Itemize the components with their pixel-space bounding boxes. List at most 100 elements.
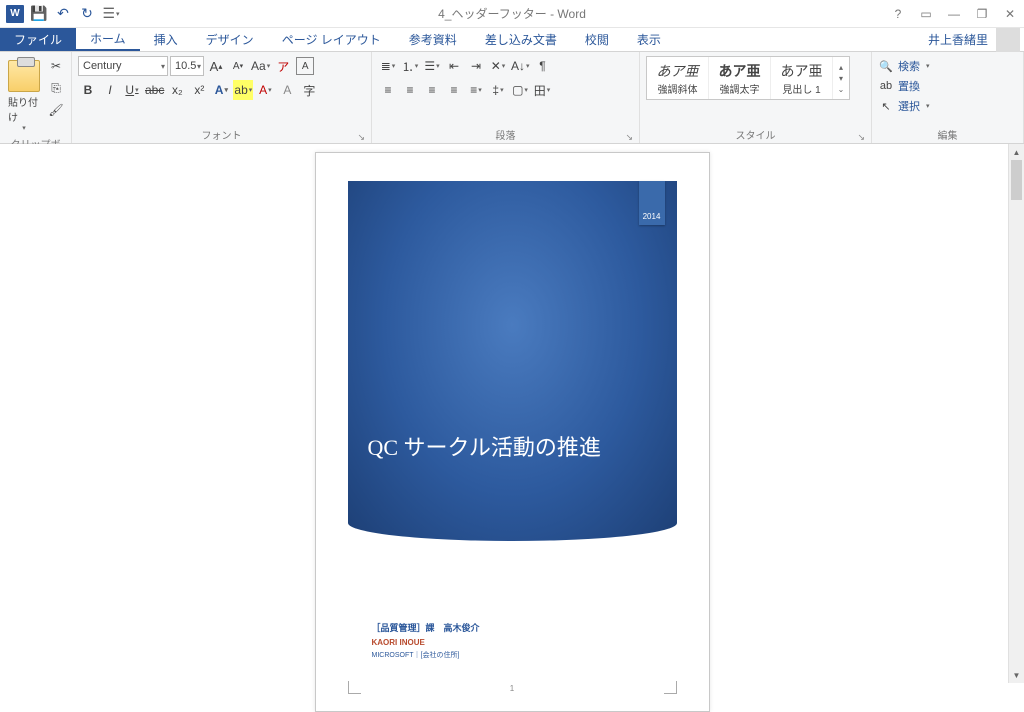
scroll-down-icon[interactable]: ▼ <box>1009 667 1024 683</box>
style-item-emphasis-bold[interactable]: あア亜 強調太字 <box>709 57 771 99</box>
minimize-button[interactable]: — <box>944 4 964 24</box>
group-editing-label: 編集 <box>938 131 958 142</box>
cover-graphic: 2014 QC サークル活動の推進 <box>348 181 677 541</box>
borders-button[interactable]: 田 <box>532 80 552 100</box>
ribbon: 貼り付け ▾ ✂ ⎘ 🖌 クリップボード↘ Century 10.5 A▴ A▾… <box>0 52 1024 144</box>
underline-button[interactable]: U <box>122 80 142 100</box>
undo-icon[interactable]: ↶ <box>52 3 74 25</box>
font-name-combo[interactable]: Century <box>78 56 168 76</box>
save-icon[interactable]: 💾 <box>28 3 50 25</box>
ribbon-options-icon[interactable]: ▭ <box>916 4 936 24</box>
group-paragraph-label: 段落 <box>496 131 516 142</box>
user-avatar[interactable] <box>996 28 1020 52</box>
paste-button[interactable]: 貼り付け ▾ <box>6 56 42 136</box>
distributed-button[interactable]: ≡ <box>466 80 486 100</box>
tab-references[interactable]: 参考資料 <box>395 28 471 51</box>
word-app-icon[interactable]: W <box>4 3 26 25</box>
dialog-launcher-icon[interactable]: ↘ <box>357 132 365 143</box>
sort-button[interactable]: A↓ <box>510 56 531 76</box>
superscript-button[interactable]: x² <box>189 80 209 100</box>
group-styles: あア亜 強調斜体 あア亜 強調太字 あア亜 見出し 1 ▴▾⌄ スタイル ↘ <box>640 52 872 143</box>
shrink-font-button[interactable]: A▾ <box>228 56 248 76</box>
close-button[interactable]: ✕ <box>1000 4 1020 24</box>
strike-button[interactable]: abc <box>144 80 165 100</box>
justify-button[interactable]: ≡ <box>444 80 464 100</box>
group-styles-label: スタイル <box>736 131 776 142</box>
cut-icon[interactable]: ✂ <box>46 56 66 76</box>
cover-title: QC サークル活動の推進 <box>368 431 657 464</box>
year-tab: 2014 <box>639 181 665 225</box>
tab-view[interactable]: 表示 <box>623 28 675 51</box>
qat-customize-icon[interactable]: ☰ <box>100 3 122 25</box>
dialog-launcher-icon[interactable]: ↘ <box>625 132 633 143</box>
tab-review[interactable]: 校閲 <box>571 28 623 51</box>
font-size-combo[interactable]: 10.5 <box>170 56 204 76</box>
align-center-button[interactable]: ≡ <box>400 80 420 100</box>
group-editing: 🔍検索▾ ab置換 ↖選択▾ 編集 <box>872 52 1024 143</box>
tab-file[interactable]: ファイル <box>0 28 76 51</box>
highlight-button[interactable]: ab <box>233 80 253 100</box>
scroll-up-icon[interactable]: ▲ <box>1009 144 1024 160</box>
style-gallery[interactable]: あア亜 強調斜体 あア亜 強調太字 あア亜 見出し 1 ▴▾⌄ <box>646 56 850 100</box>
show-marks-button[interactable]: ¶ <box>533 56 553 76</box>
group-clipboard: 貼り付け ▾ ✂ ⎘ 🖌 クリップボード↘ <box>0 52 72 143</box>
paste-label: 貼り付け <box>8 94 40 124</box>
replace-button[interactable]: ab置換 <box>878 76 920 96</box>
asian-layout-button[interactable]: ✕ <box>488 56 508 76</box>
find-button[interactable]: 🔍検索▾ <box>878 56 930 76</box>
phonetic-guide-button[interactable]: ア <box>273 56 293 76</box>
window-controls: ? ▭ — ❐ ✕ <box>888 4 1020 24</box>
enclosed-char-button[interactable]: 字 <box>299 80 319 100</box>
group-font-label: フォント <box>202 131 242 142</box>
line-spacing-button[interactable]: ‡ <box>488 80 508 100</box>
tab-insert[interactable]: 挿入 <box>140 28 192 51</box>
style-gallery-more[interactable]: ▴▾⌄ <box>833 63 849 94</box>
quick-access-toolbar: W 💾 ↶ ↻ ☰ <box>0 3 122 25</box>
help-icon[interactable]: ? <box>888 4 908 24</box>
ribbon-tabs: ファイル ホーム 挿入 デザイン ページ レイアウト 参考資料 差し込み文書 校… <box>0 28 1024 52</box>
increase-indent-button[interactable]: ⇥ <box>466 56 486 76</box>
group-paragraph: ≣ ⒈ ☰ ⇤ ⇥ ✕ A↓ ¶ ≡ ≡ ≡ ≡ ≡ ‡ ▢ 田 段落 ↘ <box>372 52 640 143</box>
grow-font-button[interactable]: A▴ <box>206 56 226 76</box>
maximize-button[interactable]: ❐ <box>972 4 992 24</box>
tab-mailings[interactable]: 差し込み文書 <box>471 28 571 51</box>
scroll-thumb[interactable] <box>1011 160 1022 200</box>
change-case-button[interactable]: Aa <box>250 56 271 76</box>
tab-home[interactable]: ホーム <box>76 28 140 51</box>
cover-footer-info: ［品質管理］課 高木俊介 KAORI INOUE MICROSOFT｜[会社の住… <box>372 620 480 663</box>
document-page[interactable]: 2014 QC サークル活動の推進 ［品質管理］課 高木俊介 KAORI INO… <box>315 152 710 712</box>
clipboard-icon <box>8 60 40 92</box>
bullets-button[interactable]: ≣ <box>378 56 398 76</box>
style-item-heading1[interactable]: あア亜 見出し 1 <box>771 57 833 99</box>
font-color-button[interactable]: A <box>255 80 275 100</box>
dialog-launcher-icon[interactable]: ↘ <box>857 132 865 143</box>
page-number: 1 <box>510 684 514 693</box>
select-button[interactable]: ↖選択▾ <box>878 96 930 116</box>
italic-button[interactable]: I <box>100 80 120 100</box>
document-area: 2014 QC サークル活動の推進 ［品質管理］課 高木俊介 KAORI INO… <box>0 144 1024 683</box>
title-bar: W 💾 ↶ ↻ ☰ 4_ヘッダーフッター - Word ? ▭ — ❐ ✕ <box>0 0 1024 28</box>
char-border-button[interactable]: A <box>295 56 315 76</box>
align-left-button[interactable]: ≡ <box>378 80 398 100</box>
decrease-indent-button[interactable]: ⇤ <box>444 56 464 76</box>
author-name: KAORI INOUE <box>372 636 480 650</box>
tab-design[interactable]: デザイン <box>192 28 268 51</box>
cursor-icon: ↖ <box>878 100 894 113</box>
style-item-emphasis-italic[interactable]: あア亜 強調斜体 <box>647 57 709 99</box>
bold-button[interactable]: B <box>78 80 98 100</box>
copy-icon[interactable]: ⎘ <box>46 78 66 98</box>
char-shading-button[interactable]: A <box>277 80 297 100</box>
subscript-button[interactable]: x₂ <box>167 80 187 100</box>
group-font: Century 10.5 A▴ A▾ Aa ア A B I U abc x₂ x… <box>72 52 372 143</box>
text-effects-button[interactable]: A <box>211 80 231 100</box>
numbering-button[interactable]: ⒈ <box>400 56 420 76</box>
replace-icon: ab <box>878 80 894 92</box>
tab-layout[interactable]: ページ レイアウト <box>268 28 395 51</box>
format-painter-icon[interactable]: 🖌 <box>46 100 66 120</box>
user-name[interactable]: 井上香緒里 <box>924 28 992 51</box>
vertical-scrollbar[interactable]: ▲ ▼ <box>1008 144 1024 683</box>
shading-button[interactable]: ▢ <box>510 80 530 100</box>
redo-icon[interactable]: ↻ <box>76 3 98 25</box>
align-right-button[interactable]: ≡ <box>422 80 442 100</box>
multilevel-button[interactable]: ☰ <box>422 56 442 76</box>
